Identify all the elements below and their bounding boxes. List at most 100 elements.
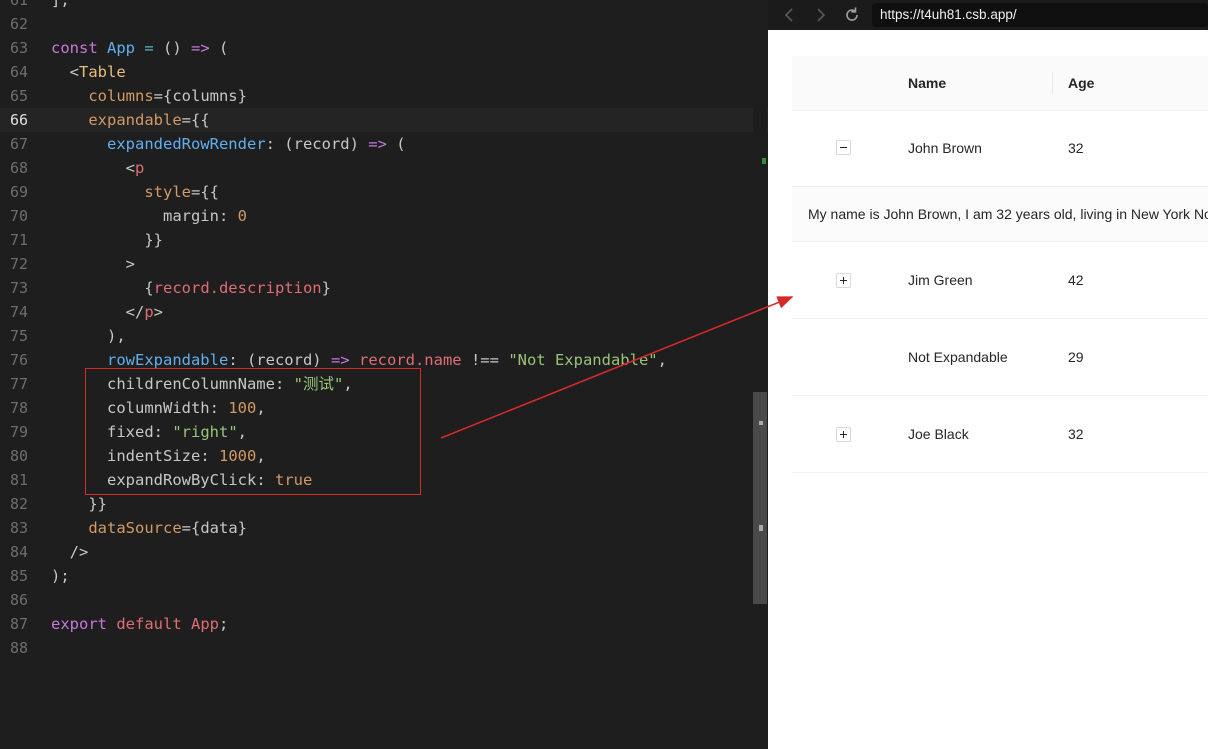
line-number: 83 (9, 519, 28, 537)
code-text: columns={columns} (51, 84, 247, 108)
cell-name: John Brown (908, 140, 982, 156)
line-number: 79 (9, 423, 28, 441)
code-text: ]; (51, 0, 70, 12)
expand-row-icon[interactable] (836, 427, 851, 442)
code-line[interactable]: 71 }} (0, 228, 768, 252)
code-token: : (record) (228, 351, 331, 369)
table-row[interactable]: John Brown 32 (792, 110, 1208, 187)
code-token: record.name (358, 351, 462, 369)
scroll-marker (759, 525, 763, 531)
code-token: style (51, 183, 191, 201)
line-number: 65 (9, 87, 28, 105)
reload-icon[interactable] (842, 5, 862, 25)
chevron-right-icon[interactable] (810, 5, 830, 25)
scroll-marker (759, 421, 763, 425)
code-text: {record.description} (51, 276, 331, 300)
code-token: expandable (51, 111, 182, 129)
code-line[interactable]: 72 > (0, 252, 768, 276)
line-number: 84 (9, 543, 28, 561)
code-line[interactable]: 84 /> (0, 540, 768, 564)
column-header-name[interactable]: Name (908, 56, 946, 110)
code-line[interactable]: 85); (0, 564, 768, 588)
code-line[interactable]: 88 (0, 636, 768, 660)
editor-scrollbar-track[interactable] (753, 0, 767, 749)
code-line[interactable]: 64 <Table (0, 60, 768, 84)
code-line[interactable]: 69 style={{ (0, 180, 768, 204)
code-line[interactable]: 63 const App = () => ( (0, 36, 768, 60)
line-number: 88 (9, 639, 28, 657)
code-line[interactable]: 62 (0, 12, 768, 36)
code-text: <Table (51, 60, 126, 84)
table-row[interactable]: Joe Black 32 (792, 396, 1208, 473)
line-number: 73 (9, 279, 28, 297)
code-token: !== (461, 351, 509, 369)
code-text: <p (51, 156, 145, 180)
line-number: 80 (9, 447, 28, 465)
expand-row-icon[interactable] (836, 273, 851, 288)
code-token: App (190, 615, 219, 633)
code-editor[interactable]: 61]; 62 63 const App = () => (64 <Table 65 c… (0, 0, 768, 749)
code-token: Table (79, 63, 126, 81)
code-text: </p> (51, 300, 163, 324)
code-line[interactable]: 75 ), (0, 324, 768, 348)
column-divider (1052, 72, 1053, 94)
code-token: ={data} (181, 519, 247, 537)
code-token: const (51, 39, 107, 57)
code-token: columns (51, 87, 154, 105)
line-number: 70 (9, 207, 28, 225)
code-token: /> (51, 543, 89, 561)
annotation-highlight-box (85, 368, 421, 495)
line-number: 87 (9, 615, 28, 633)
code-token: App (107, 39, 135, 57)
code-line[interactable]: 82 }} (0, 492, 768, 516)
code-text: ); (51, 564, 70, 588)
code-token: ( (209, 39, 229, 57)
table-row[interactable]: Not Expandable 29 (792, 319, 1208, 396)
chevron-left-icon[interactable] (780, 5, 800, 25)
code-token: , (657, 351, 667, 369)
code-token: => (191, 39, 210, 57)
code-line[interactable]: 65 columns={columns} (0, 84, 768, 108)
line-number: 75 (9, 327, 28, 345)
table-row[interactable]: Jim Green 42 (792, 242, 1208, 319)
line-number: 64 (9, 63, 28, 81)
code-text: expandedRowRender: (record) => ( (51, 132, 406, 156)
code-token: margin (51, 207, 219, 225)
code-token: () (163, 39, 191, 57)
collapse-row-icon[interactable] (836, 140, 851, 155)
change-marker (762, 158, 766, 164)
code-text: }} (51, 228, 163, 252)
line-number: 78 (9, 399, 28, 417)
cell-name: Jim Green (908, 272, 973, 288)
code-line[interactable]: 66 expandable={{ (0, 108, 768, 132)
code-token: ]; (51, 0, 70, 9)
code-token: ); (51, 567, 70, 585)
code-line[interactable]: 73 {record.description} (0, 276, 768, 300)
line-number: 81 (9, 471, 28, 489)
code-line[interactable]: 87 export default App; (0, 612, 768, 636)
address-url: https://t4uh81.csb.app/ (880, 7, 1017, 22)
code-line[interactable]: 74 </p> (0, 300, 768, 324)
code-line[interactable]: 86 (0, 588, 768, 612)
line-number: 77 (9, 375, 28, 393)
code-text: }} (51, 492, 107, 516)
code-text: dataSource={data} (51, 516, 247, 540)
line-number: 71 (9, 231, 28, 249)
code-line[interactable]: 67 expandedRowRender: (record) => ( (0, 132, 768, 156)
code-line[interactable]: 61]; (0, 0, 768, 12)
code-token: ; (218, 615, 229, 633)
column-header-age[interactable]: Age (1068, 56, 1094, 110)
line-number: 72 (9, 255, 28, 273)
code-text: style={{ (51, 180, 219, 204)
line-number: 74 (9, 303, 28, 321)
code-line[interactable]: 68 <p (0, 156, 768, 180)
cell-age: 29 (1068, 349, 1084, 365)
code-line[interactable]: 70 margin: 0 (0, 204, 768, 228)
code-line[interactable]: 83 dataSource={data} (0, 516, 768, 540)
code-token: </ (51, 303, 145, 321)
code-token: { (51, 279, 154, 297)
address-bar[interactable]: https://t4uh81.csb.app/ (872, 3, 1208, 27)
code-token: ={{ (181, 111, 210, 129)
browser-preview: https://t4uh81.csb.app/ Name Age John Br… (768, 0, 1208, 749)
